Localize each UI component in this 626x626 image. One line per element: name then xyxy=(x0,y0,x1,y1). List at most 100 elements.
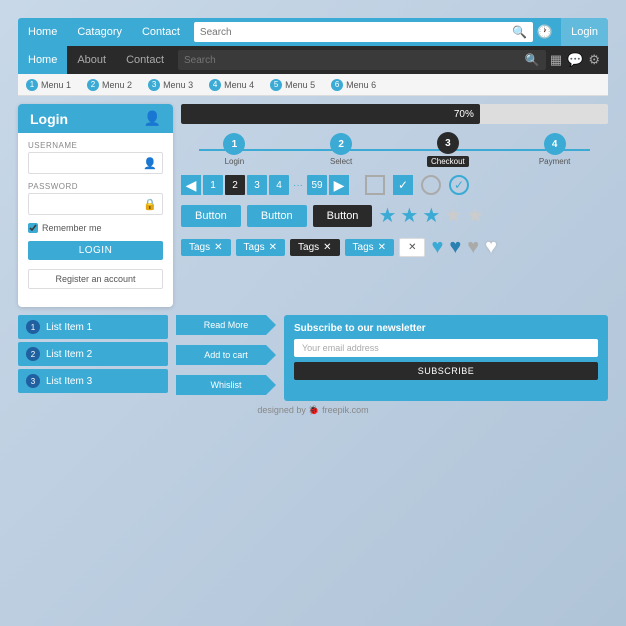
right-side: 70% 1Login2Select3Checkout4Payment ◀ 1 2… xyxy=(181,104,608,259)
list-num: 3 xyxy=(26,374,40,388)
arrow-btn-whislist[interactable]: Whislist xyxy=(176,375,276,395)
checkbox-empty[interactable] xyxy=(365,175,385,195)
step-login[interactable]: 1Login xyxy=(181,133,288,166)
button-2[interactable]: Button xyxy=(247,205,307,227)
list-item-2[interactable]: 2List Item 2 xyxy=(18,342,168,366)
star-2[interactable]: ★ xyxy=(400,203,418,228)
chat-icon[interactable]: 💬 xyxy=(567,52,583,68)
page-1-button[interactable]: 1 xyxy=(203,175,223,195)
tag-3[interactable]: Tags✕ xyxy=(290,239,340,256)
next-page-button[interactable]: ▶ xyxy=(329,175,349,195)
step-circle: 2 xyxy=(330,133,352,155)
step-payment[interactable]: 4 Payment xyxy=(501,133,608,166)
submenu-item-menu4[interactable]: 4Menu 4 xyxy=(201,79,262,91)
nav2-home[interactable]: Home xyxy=(18,46,67,74)
tag-4[interactable]: Tags✕ xyxy=(345,239,395,256)
tag-4-close[interactable]: ✕ xyxy=(378,242,386,253)
tag-1-close[interactable]: ✕ xyxy=(214,242,222,253)
username-input[interactable] xyxy=(35,158,156,168)
list-item-1[interactable]: 1List Item 1 xyxy=(18,315,168,339)
tag-5[interactable]: ✕ xyxy=(399,238,425,257)
step-select[interactable]: 2Select xyxy=(288,133,395,166)
nav2-search-input[interactable] xyxy=(184,55,525,66)
submenu-label: Menu 6 xyxy=(346,80,376,90)
submenu-label: Menu 2 xyxy=(102,80,132,90)
star-5[interactable]: ★ xyxy=(466,203,484,228)
remember-checkbox[interactable] xyxy=(28,223,38,233)
hearts-row: ♥ ♥ ♥ ♥ xyxy=(431,236,497,259)
nav-bar-1: Home Catagory Contact 🔍 🕐 Login xyxy=(18,18,608,46)
page-2-button[interactable]: 2 xyxy=(225,175,245,195)
newsletter-subscribe-button[interactable]: SUBSCRIBE xyxy=(294,362,598,380)
arrow-btn-read-more[interactable]: Read More xyxy=(176,315,276,335)
button-1[interactable]: Button xyxy=(181,205,241,227)
nav1-category[interactable]: Catagory xyxy=(67,18,132,46)
submenu-item-menu1[interactable]: 1Menu 1 xyxy=(18,79,79,91)
submenu-num: 2 xyxy=(87,79,99,91)
tag-1[interactable]: Tags✕ xyxy=(181,239,231,256)
nav2-contact[interactable]: Contact xyxy=(116,46,174,74)
clock-icon[interactable]: 🕐 xyxy=(537,24,553,40)
tag-2[interactable]: Tags ✕ xyxy=(236,239,286,256)
tag-2-label: Tags xyxy=(244,242,265,253)
prev-page-button[interactable]: ◀ xyxy=(181,175,201,195)
submenu-item-menu6[interactable]: 6Menu 6 xyxy=(323,79,384,91)
buttons-row: Button Button Button xyxy=(181,205,372,227)
password-input[interactable] xyxy=(35,199,156,209)
nav1-icons: 🕐 xyxy=(537,24,561,40)
step-circle: 4 xyxy=(544,133,566,155)
submenu-item-menu5[interactable]: 5Menu 5 xyxy=(262,79,323,91)
main-content: Login 👤 USERNAME 👤 PASSWORD 🔒 Remember m… xyxy=(18,96,608,401)
nav1-home[interactable]: Home xyxy=(18,18,67,46)
login-link[interactable]: Login xyxy=(561,18,608,46)
page-last-button[interactable]: 59 xyxy=(307,175,327,195)
register-button[interactable]: Register an account xyxy=(28,269,163,289)
arrow-btn-add-to cart[interactable]: Add to cart xyxy=(176,345,276,365)
heart-3[interactable]: ♥ xyxy=(467,236,479,259)
username-label: USERNAME xyxy=(28,141,163,150)
submenu-item-menu2[interactable]: 2Menu 2 xyxy=(79,79,140,91)
row-1: Login 👤 USERNAME 👤 PASSWORD 🔒 Remember m… xyxy=(18,104,608,307)
radio-checked[interactable]: ✓ xyxy=(449,175,469,195)
submenu-item-menu3[interactable]: 3Menu 3 xyxy=(140,79,201,91)
list-item-3[interactable]: 3List Item 3 xyxy=(18,369,168,393)
star-1[interactable]: ★ xyxy=(378,203,396,228)
star-3[interactable]: ★ xyxy=(422,203,440,228)
lock-icon: 🔒 xyxy=(143,198,157,211)
step-label: Payment xyxy=(539,157,571,166)
page-3-button[interactable]: 3 xyxy=(247,175,267,195)
newsletter-input[interactable]: Your email address xyxy=(294,339,598,357)
tag-2-close[interactable]: ✕ xyxy=(269,242,277,253)
page-4-button[interactable]: 4 xyxy=(269,175,289,195)
list-num: 1 xyxy=(26,320,40,334)
gear-icon[interactable]: ⚙ xyxy=(588,52,600,68)
tag-3-close[interactable]: ✕ xyxy=(323,242,331,253)
login-box: Login 👤 USERNAME 👤 PASSWORD 🔒 Remember m… xyxy=(18,104,173,307)
submenu-num: 6 xyxy=(331,79,343,91)
submenu-label: Menu 1 xyxy=(41,80,71,90)
list-num: 2 xyxy=(26,347,40,361)
search-icon: 🔍 xyxy=(512,25,527,39)
bottom-row: 1List Item 1 2List Item 2 3List Item 3 Rea… xyxy=(18,315,608,401)
check-row: ✓ ✓ xyxy=(365,175,469,195)
step-label: Checkout xyxy=(427,156,469,167)
nav1-contact[interactable]: Contact xyxy=(132,18,190,46)
checkbox-checked[interactable]: ✓ xyxy=(393,175,413,195)
username-input-container: 👤 xyxy=(28,152,163,174)
star-4[interactable]: ★ xyxy=(444,203,462,228)
button-3[interactable]: Button xyxy=(313,205,373,227)
grid-icon[interactable]: ▦ xyxy=(550,52,562,68)
heart-2[interactable]: ♥ xyxy=(449,236,461,259)
pagination-check-row: ◀ 1 2 3 4 ··· 59 ▶ ✓ ✓ xyxy=(181,175,608,195)
nav2-about[interactable]: About xyxy=(67,46,116,74)
step-checkout[interactable]: 3Checkout xyxy=(395,132,502,167)
login-title: Login xyxy=(30,111,68,127)
steps: 1Login2Select3Checkout 4 Payment xyxy=(181,132,608,167)
heart-4[interactable]: ♥ xyxy=(485,236,497,259)
login-submit-button[interactable]: LOGIN xyxy=(28,241,163,260)
nav1-search-input[interactable] xyxy=(200,27,512,38)
submenu-label: Menu 3 xyxy=(163,80,193,90)
heart-1[interactable]: ♥ xyxy=(431,236,443,259)
radio-empty[interactable] xyxy=(421,175,441,195)
submenu-label: Menu 5 xyxy=(285,80,315,90)
